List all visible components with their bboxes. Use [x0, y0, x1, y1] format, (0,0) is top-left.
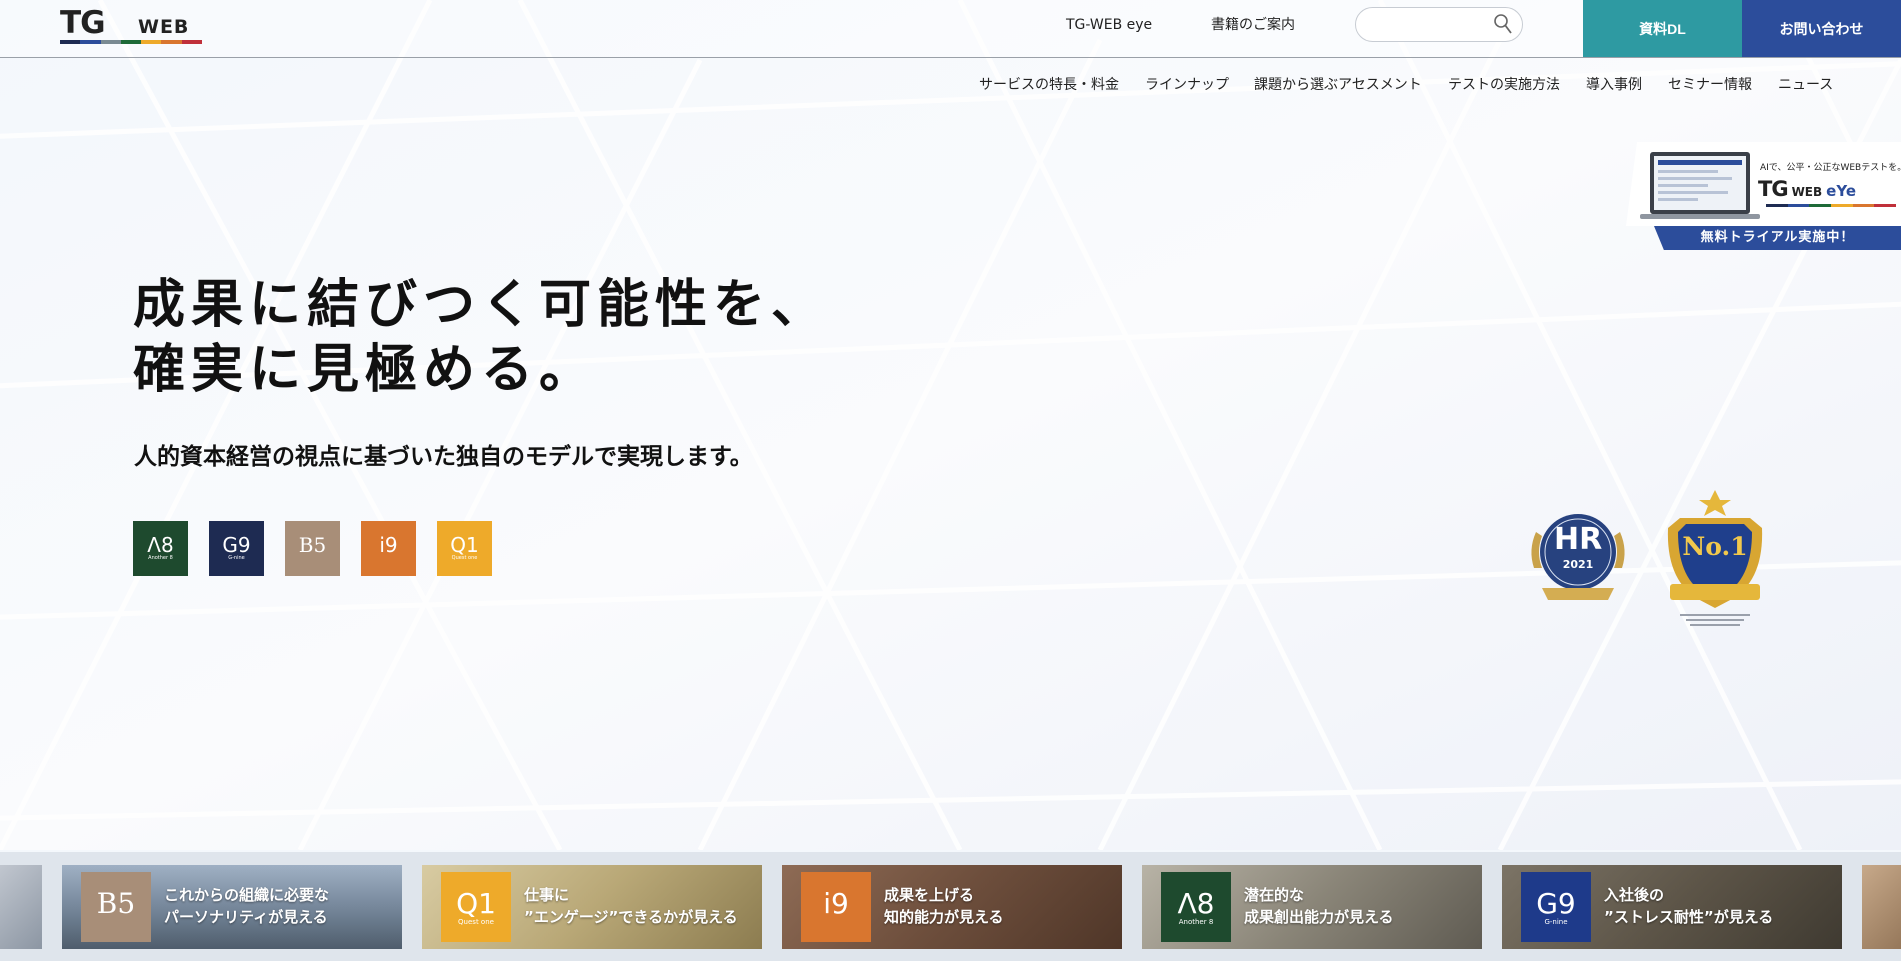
- card-g9-name: G9: [1536, 887, 1576, 920]
- card-g9-text: 入社後の ”ストレス耐性”が見える: [1604, 884, 1773, 928]
- nav-item-lineup[interactable]: ラインナップ: [1145, 74, 1229, 96]
- nav-item-news[interactable]: ニュース: [1778, 74, 1833, 96]
- card-i9-badge: i9: [801, 872, 871, 942]
- promo-logo-tg: TG: [1758, 177, 1789, 201]
- no1-award-text: No.1: [1682, 532, 1748, 561]
- promo-banner-body: AIで、公平・公正なWEBテストを。 TG WEB eYe: [1626, 142, 1901, 226]
- card-b5-line2: パーソナリティが見える: [164, 908, 328, 926]
- card-b5[interactable]: B5 これからの組織に必要な パーソナリティが見える: [62, 865, 402, 949]
- nav-item-assessment[interactable]: 課題から選ぶアセスメント: [1254, 74, 1422, 96]
- card-g9-line1: 入社後の: [1604, 886, 1665, 904]
- product-q1-name: Q1: [450, 533, 479, 557]
- product-cards-strip: B5 これからの組織に必要な パーソナリティが見える Q1 Quest one …: [0, 852, 1901, 961]
- books-link[interactable]: 書籍のご案内: [1211, 15, 1295, 35]
- free-trial-cta: 無料トライアル実施中！: [1654, 226, 1901, 250]
- search-box: [1355, 7, 1523, 42]
- background-pattern: [0, 0, 1901, 850]
- promo-logo-eye: eYe: [1826, 182, 1856, 200]
- promo-caption: AIで、公平・公正なWEBテストを。: [1760, 163, 1901, 173]
- product-b5-name: B5: [298, 533, 327, 557]
- card-partial-left[interactable]: [0, 865, 42, 949]
- hr-award-year: 2021: [1562, 558, 1594, 571]
- card-partial-right[interactable]: [1862, 865, 1901, 949]
- site-header: TG WEB TG-WEB eye 書籍のご案内 資料DL お問い合わせ: [0, 0, 1901, 58]
- card-a8[interactable]: Λ8 Another 8 潜在的な 成果創出能力が見える: [1142, 865, 1482, 949]
- card-i9-text: 成果を上げる 知的能力が見える: [884, 884, 1004, 928]
- nav-item-seminar[interactable]: セミナー情報: [1668, 74, 1752, 96]
- promo-logo: TG WEB eYe: [1758, 178, 1856, 203]
- card-q1-sub: Quest one: [458, 918, 494, 926]
- product-g9-icon[interactable]: G9 G-nine: [209, 521, 264, 576]
- card-q1-badge: Q1 Quest one: [441, 872, 511, 942]
- product-q1-icon[interactable]: Q1 Quest one: [437, 521, 492, 576]
- product-q1-sub: Quest one: [451, 555, 478, 561]
- product-a8-name: Λ8: [147, 533, 174, 557]
- search-input[interactable]: [1368, 14, 1488, 36]
- logo-web-text: WEB: [138, 16, 190, 38]
- card-i9-line1: 成果を上げる: [884, 886, 975, 904]
- product-g9-sub: G-nine: [228, 555, 245, 561]
- card-a8-badge: Λ8 Another 8: [1161, 872, 1231, 942]
- search-icon[interactable]: [1492, 13, 1516, 37]
- nav-item-method[interactable]: テストの実施方法: [1448, 74, 1560, 96]
- card-g9-line2: ”ストレス耐性”が見える: [1604, 908, 1774, 926]
- hr-award-badge: HR 2021: [1526, 510, 1630, 606]
- product-i9-name: i9: [379, 533, 398, 557]
- card-q1-line2: ”エンゲージ”できるかが見える: [524, 908, 738, 926]
- card-g9-sub: G-nine: [1544, 918, 1568, 926]
- card-i9-name: i9: [823, 887, 849, 920]
- card-g9[interactable]: G9 G-nine 入社後の ”ストレス耐性”が見える: [1502, 865, 1842, 949]
- product-g9-name: G9: [222, 533, 251, 557]
- main-nav: サービスの特長・料金 ラインナップ 課題から選ぶアセスメント テストの実施方法 …: [0, 74, 1901, 98]
- product-i9-icon[interactable]: i9: [361, 521, 416, 576]
- hero-title: 成果に結びつく可能性を、 確実に見極める。: [133, 273, 829, 403]
- tg-web-eye-link[interactable]: TG-WEB eye: [1066, 15, 1152, 35]
- logo-color-bar: [60, 40, 202, 44]
- card-a8-line2: 成果創出能力が見える: [1244, 908, 1394, 926]
- card-a8-line1: 潜在的な: [1244, 886, 1305, 904]
- hr-award-text: HR: [1554, 522, 1603, 557]
- laptop-icon: [1640, 152, 1760, 219]
- contact-button[interactable]: お問い合わせ: [1742, 0, 1901, 57]
- card-b5-badge: B5: [81, 872, 151, 942]
- card-a8-name: Λ8: [1177, 887, 1215, 920]
- logo-tg-text: TG: [60, 5, 106, 41]
- card-i9[interactable]: i9 成果を上げる 知的能力が見える: [782, 865, 1122, 949]
- nav-item-cases[interactable]: 導入事例: [1586, 74, 1642, 96]
- card-a8-text: 潜在的な 成果創出能力が見える: [1244, 884, 1394, 928]
- hero-title-line2: 確実に見極める。: [133, 340, 598, 400]
- card-b5-text: これからの組織に必要な パーソナリティが見える: [164, 884, 329, 928]
- card-a8-sub: Another 8: [1178, 918, 1214, 926]
- promo-logo-web: WEB: [1791, 185, 1823, 199]
- site-logo[interactable]: TG WEB: [60, 6, 202, 46]
- tg-web-eye-promo-banner[interactable]: AIで、公平・公正なWEBテストを。 TG WEB eYe 無料トライアル実施中！: [1618, 142, 1901, 250]
- product-a8-icon[interactable]: Λ8 Another 8: [133, 521, 188, 576]
- product-b5-icon[interactable]: B5: [285, 521, 340, 576]
- product-a8-sub: Another 8: [148, 555, 173, 561]
- hero-subtitle: 人的資本経営の視点に基づいた独自のモデルで実現します。: [134, 444, 753, 470]
- card-b5-name: B5: [96, 887, 136, 920]
- hero-title-line1: 成果に結びつく可能性を、: [133, 275, 830, 335]
- card-q1-text: 仕事に ”エンゲージ”できるかが見える: [524, 884, 738, 928]
- nav-item-features[interactable]: サービスの特長・料金: [979, 74, 1119, 96]
- promo-color-bar: [1766, 204, 1897, 207]
- card-i9-line2: 知的能力が見える: [884, 908, 1004, 926]
- card-q1-name: Q1: [456, 887, 496, 920]
- card-q1[interactable]: Q1 Quest one 仕事に ”エンゲージ”できるかが見える: [422, 865, 762, 949]
- card-b5-line1: これからの組織に必要な: [164, 886, 330, 904]
- card-q1-line1: 仕事に: [524, 886, 570, 904]
- card-g9-badge: G9 G-nine: [1521, 872, 1591, 942]
- no1-award-badge: No.1: [1656, 488, 1774, 628]
- download-button[interactable]: 資料DL: [1583, 0, 1742, 57]
